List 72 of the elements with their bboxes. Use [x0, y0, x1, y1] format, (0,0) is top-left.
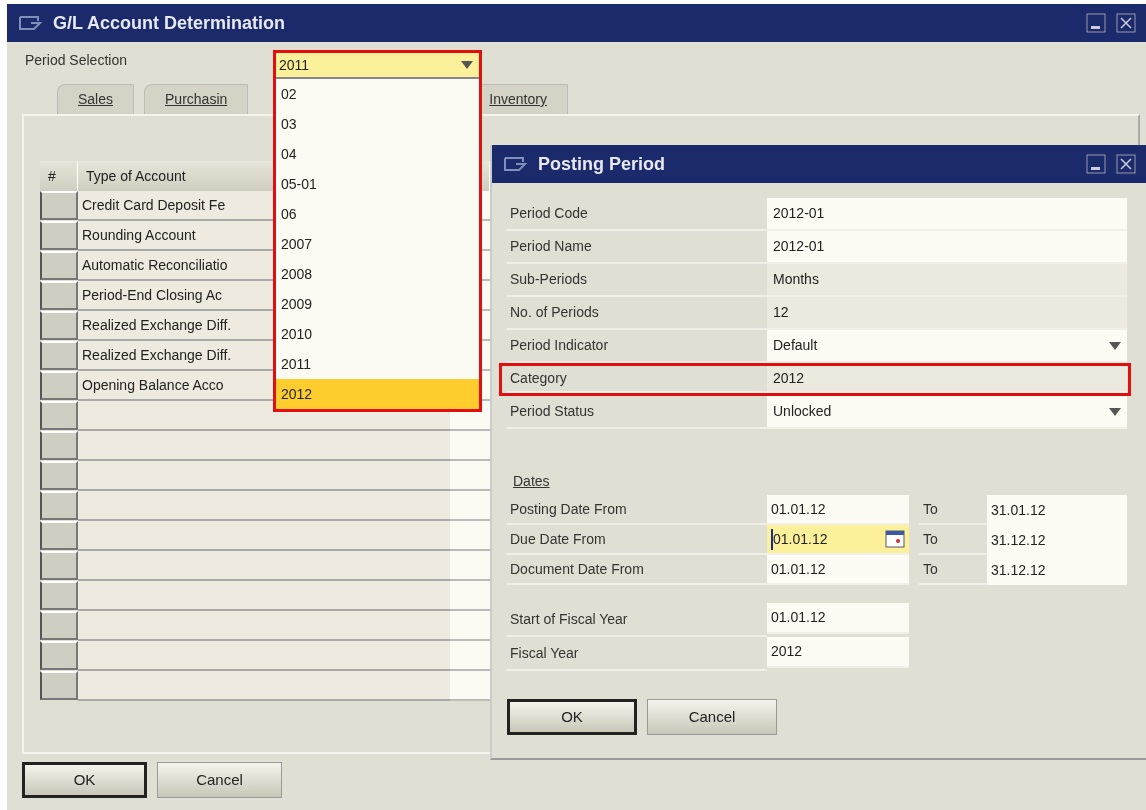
input-field[interactable]: 2012-01	[767, 231, 1127, 264]
row-header[interactable]	[40, 551, 78, 580]
tab[interactable]: Purchasin	[144, 84, 249, 114]
window-title: Posting Period	[538, 152, 666, 176]
close-icon[interactable]	[1116, 13, 1136, 33]
ok-button[interactable]: OK	[507, 699, 637, 735]
table-cell	[450, 521, 490, 551]
table-cell	[450, 431, 490, 461]
cancel-button[interactable]: Cancel	[157, 762, 282, 798]
dropdown-field[interactable]: Unlocked	[767, 396, 1127, 429]
field-value: Unlocked	[773, 402, 832, 421]
date-field[interactable]: 31.12.12	[987, 555, 1127, 585]
row-header[interactable]	[40, 401, 78, 430]
input-field[interactable]: 2012-01	[767, 198, 1127, 231]
field-value: 01.01.12	[771, 528, 828, 550]
caret-icon	[461, 61, 473, 69]
field-value: 2011	[279, 55, 310, 75]
date-field[interactable]: 01.01.12	[767, 525, 909, 555]
dropdown-field[interactable]: 2011	[276, 53, 479, 79]
close-icon[interactable]	[1116, 154, 1136, 174]
row-header[interactable]	[40, 641, 78, 670]
row-header[interactable]	[40, 371, 78, 400]
row-header[interactable]	[40, 251, 78, 280]
table-cell	[450, 641, 490, 671]
table-cell	[450, 671, 490, 701]
minimize-icon[interactable]	[1086, 13, 1106, 33]
table-cell	[450, 581, 490, 611]
input-field: Months	[767, 264, 1127, 297]
window-icon	[17, 14, 43, 32]
section-heading: Dates	[512, 472, 550, 491]
field-label: Period Selection	[25, 50, 128, 70]
field-value: 01.01.12	[771, 499, 826, 519]
input-field: 12	[767, 297, 1127, 330]
field-value: Default	[773, 336, 818, 355]
window-icon	[502, 155, 528, 173]
row-header[interactable]	[40, 311, 78, 340]
dropdown-option[interactable]: 2012	[276, 379, 479, 409]
caret-icon	[1109, 341, 1121, 350]
row-header[interactable]	[40, 671, 78, 700]
dropdown-field[interactable]: Default	[767, 330, 1127, 363]
row-header[interactable]	[40, 521, 78, 550]
date-field[interactable]: 31.01.12	[987, 495, 1127, 525]
date-field[interactable]: 01.01.12	[767, 495, 909, 525]
table-cell	[450, 491, 490, 521]
date-field[interactable]: 31.12.12	[987, 525, 1127, 555]
calendar-icon	[885, 530, 905, 548]
field-label: Document Date From	[507, 555, 767, 585]
row-header[interactable]	[40, 431, 78, 460]
date-field[interactable]: 01.01.12	[767, 555, 909, 585]
table-cell	[450, 461, 490, 491]
row-header[interactable]	[40, 491, 78, 520]
row-header[interactable]	[40, 191, 78, 220]
input-field[interactable]: 01.01.12	[767, 603, 909, 634]
input-field[interactable]: 2012	[767, 637, 909, 668]
row-header[interactable]	[40, 581, 78, 610]
row-header[interactable]	[40, 281, 78, 310]
table-cell	[450, 611, 490, 641]
row-header[interactable]	[40, 611, 78, 640]
row-header[interactable]	[40, 461, 78, 490]
ok-button[interactable]: OK	[22, 762, 147, 798]
window-title: G/L Account Determination	[53, 11, 287, 35]
field-value: 01.01.12	[771, 559, 826, 579]
minimize-icon[interactable]	[1086, 154, 1106, 174]
caret-icon	[1109, 407, 1121, 416]
field-label: Category	[507, 366, 767, 393]
tab[interactable]: Sales	[57, 84, 135, 114]
row-header[interactable]	[40, 341, 78, 370]
input-field: 2012	[767, 366, 1127, 393]
table-cell	[450, 551, 490, 581]
column-header: #	[40, 161, 78, 191]
cancel-button[interactable]: Cancel	[647, 699, 777, 735]
row-header[interactable]	[40, 221, 78, 250]
